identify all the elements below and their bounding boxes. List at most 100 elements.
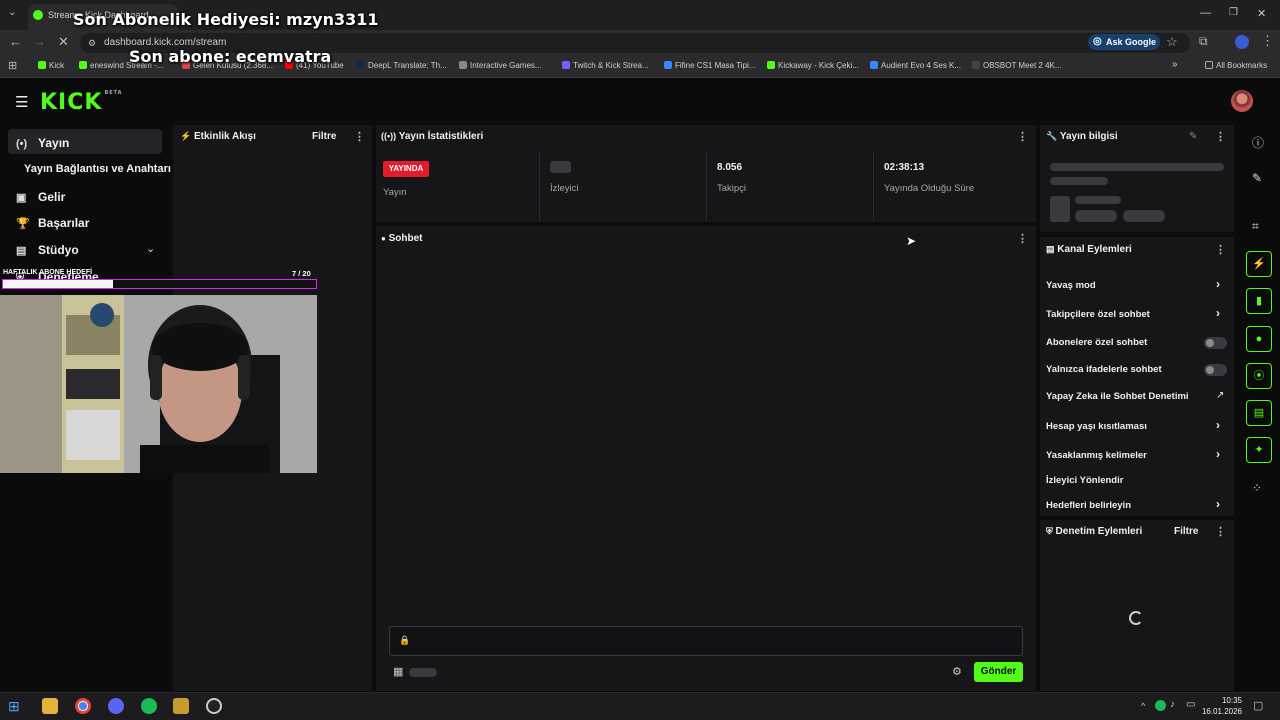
back-icon[interactable]: ← bbox=[9, 34, 22, 49]
discord-icon[interactable] bbox=[108, 698, 124, 714]
apps-grid-icon[interactable]: ⊞ bbox=[8, 59, 17, 72]
bookmark-item[interactable]: Audient Evo 4 Ses K... bbox=[870, 61, 961, 70]
league-of-legends-icon[interactable] bbox=[173, 698, 189, 714]
sidebar-item-stream-key[interactable]: Yayın Bağlantısı ve Anahtarı bbox=[24, 163, 171, 175]
obs-icon[interactable] bbox=[206, 698, 222, 714]
mouse-cursor-icon: ➤ bbox=[906, 234, 917, 248]
shield-icon: ⛨ bbox=[1046, 526, 1053, 536]
sidebar-item-gelir[interactable]: ▣ Gelir bbox=[16, 190, 65, 204]
mod-actions-panel bbox=[1040, 520, 1234, 691]
bookmark-item[interactable]: Interactive Games... bbox=[459, 61, 542, 70]
broadcast-icon[interactable]: ⦿ bbox=[1246, 363, 1272, 389]
chrome-icon[interactable] bbox=[75, 698, 91, 714]
tag-skeleton bbox=[1075, 210, 1117, 222]
kick-logo[interactable]: KICK BETA bbox=[40, 90, 123, 115]
bookmark-star-icon[interactable]: ☆ bbox=[1166, 34, 1178, 50]
uptime-label: Yayında Olduğu Süre bbox=[884, 183, 975, 194]
send-button[interactable]: Gönder bbox=[974, 662, 1023, 682]
extensions-icon[interactable]: ⧉ bbox=[1199, 34, 1208, 49]
browser-menu-icon[interactable]: ⋮ bbox=[1261, 33, 1274, 49]
account-age-action[interactable]: Hesap yaşı kısıtlaması bbox=[1046, 421, 1147, 432]
clipboard-icon[interactable]: ▮ bbox=[1246, 288, 1272, 314]
bookmark-item[interactable]: Kickaway - Kick Çeki... bbox=[767, 61, 859, 70]
set-goals-action[interactable]: Hedefleri belirleyin bbox=[1046, 500, 1131, 511]
forward-icon[interactable]: → bbox=[33, 34, 46, 49]
ask-google-button[interactable]: ◎ Ask Google bbox=[1088, 34, 1160, 50]
loading-spinner-icon bbox=[1129, 611, 1143, 625]
network-icon[interactable]: ▭ bbox=[1186, 699, 1195, 710]
stats-menu-icon[interactable]: ⋮ bbox=[1017, 130, 1028, 143]
sidebar-item-basarilar[interactable]: 🏆 Başarılar bbox=[16, 216, 89, 230]
chevron-down-icon[interactable]: ⌄ bbox=[146, 242, 155, 255]
emotes-only-action: Yalnızca ifadelerle sohbet bbox=[1046, 364, 1162, 375]
notifications-icon[interactable]: ▢ bbox=[1253, 699, 1263, 712]
file-explorer-icon[interactable] bbox=[42, 698, 58, 714]
title-skeleton bbox=[1050, 163, 1224, 171]
chevron-right-icon[interactable]: › bbox=[1216, 418, 1220, 432]
store-icon[interactable]: ▦ bbox=[393, 665, 403, 678]
bookmark-item[interactable]: Kick bbox=[38, 61, 64, 70]
chevron-right-icon[interactable]: › bbox=[1216, 277, 1220, 291]
activity-menu-icon[interactable]: ⋮ bbox=[354, 130, 365, 143]
chevron-right-icon[interactable]: › bbox=[1216, 447, 1220, 461]
quick-actions-icon[interactable]: ⚡ bbox=[1246, 251, 1272, 277]
followers-label: Takipçi bbox=[717, 183, 747, 194]
banned-words-action[interactable]: Yasaklanmış kelimeler bbox=[1046, 450, 1147, 461]
bookmark-item[interactable]: OBSBOT Meet 2 4K... bbox=[972, 61, 1062, 70]
info-icon[interactable]: ⓘ bbox=[1252, 134, 1264, 151]
chat-input[interactable]: 🔒 bbox=[389, 626, 1023, 656]
emotes-only-toggle[interactable] bbox=[1204, 364, 1227, 376]
mod-actions-filter-button[interactable]: Filtre bbox=[1174, 526, 1198, 537]
tab-search-icon[interactable]: ⌄ bbox=[8, 7, 16, 18]
people-icon[interactable]: ⁘ bbox=[1252, 481, 1262, 495]
lens-icon: ◎ bbox=[1093, 36, 1102, 47]
sidebar-item-studyo[interactable]: ▤ Stüdyo bbox=[16, 243, 79, 257]
spotify-tray-icon[interactable] bbox=[1155, 700, 1166, 711]
channel-actions-menu-icon[interactable]: ⋮ bbox=[1215, 243, 1226, 256]
host-viewers-action[interactable]: İzleyici Yönlendir bbox=[1046, 475, 1123, 486]
bookmark-item[interactable]: DeepL Translate: Th... bbox=[357, 61, 447, 70]
activity-filter-button[interactable]: Filtre bbox=[312, 131, 336, 142]
divider bbox=[873, 151, 874, 221]
layout-icon[interactable]: ▤ bbox=[1246, 400, 1272, 426]
more-bookmarks-icon[interactable]: » bbox=[1172, 59, 1178, 70]
chevron-right-icon[interactable]: › bbox=[1216, 497, 1220, 511]
gear-icon[interactable]: ⚙ bbox=[952, 665, 962, 678]
spotify-icon[interactable] bbox=[141, 698, 157, 714]
wrench-icon[interactable]: ✦ bbox=[1246, 437, 1272, 463]
ai-moderation-action[interactable]: Yapay Zeka ile Sohbet Denetimi bbox=[1046, 391, 1189, 402]
bolt-icon: ⚡ bbox=[180, 131, 192, 141]
avatar[interactable] bbox=[1231, 90, 1253, 112]
stream-info-menu-icon[interactable]: ⋮ bbox=[1215, 130, 1226, 143]
windows-start-icon[interactable]: ⊞ bbox=[8, 698, 24, 714]
edit-pencil-icon[interactable]: ✎ bbox=[1252, 171, 1262, 185]
mod-actions-menu-icon[interactable]: ⋮ bbox=[1215, 525, 1226, 538]
chevron-right-icon[interactable]: › bbox=[1216, 306, 1220, 320]
profile-icon[interactable] bbox=[1235, 35, 1249, 49]
system-clock[interactable]: 10:35 16.01.2026 bbox=[1198, 695, 1242, 717]
slow-mode-action[interactable]: Yavaş mod bbox=[1046, 280, 1096, 291]
external-link-icon[interactable]: ↗ bbox=[1216, 390, 1224, 401]
bookmark-item[interactable]: Fifine CS1 Masa Tipi... bbox=[664, 61, 755, 70]
edit-pencil-icon[interactable]: ✎ bbox=[1189, 131, 1197, 142]
restore-icon[interactable]: ❐ bbox=[1229, 7, 1238, 18]
bookmark-item[interactable]: Twitch & Kick Strea... bbox=[562, 61, 649, 70]
category-skeleton bbox=[1050, 196, 1070, 222]
volume-icon[interactable]: ♪ bbox=[1170, 699, 1175, 710]
subscribers-only-toggle[interactable] bbox=[1204, 337, 1227, 349]
minimize-icon[interactable]: — bbox=[1200, 7, 1211, 19]
last-sub-overlay: Son abone: ecemvatra bbox=[129, 47, 332, 66]
stop-loading-icon[interactable]: ✕ bbox=[58, 34, 69, 50]
chat-bubble-icon: ● bbox=[381, 234, 386, 243]
all-bookmarks[interactable]: All Bookmarks bbox=[1205, 61, 1267, 70]
screenshot-icon[interactable]: ⌗ bbox=[1252, 219, 1259, 234]
stream-info-title: 🔧 Yayın bilgisi bbox=[1046, 131, 1118, 142]
close-window-icon[interactable]: ✕ bbox=[1257, 7, 1266, 20]
followers-only-action[interactable]: Takipçilere özel sohbet bbox=[1046, 309, 1150, 320]
hamburger-menu-icon[interactable]: ☰ bbox=[15, 93, 28, 111]
chat-menu-icon[interactable]: ⋮ bbox=[1017, 232, 1028, 245]
site-info-icon[interactable]: ⚙ bbox=[88, 38, 96, 49]
chat-icon[interactable]: ● bbox=[1246, 326, 1272, 352]
tray-chevron-icon[interactable]: ^ bbox=[1141, 701, 1145, 711]
sidebar-item-yayin[interactable]: (•) Yayın bbox=[16, 136, 69, 150]
